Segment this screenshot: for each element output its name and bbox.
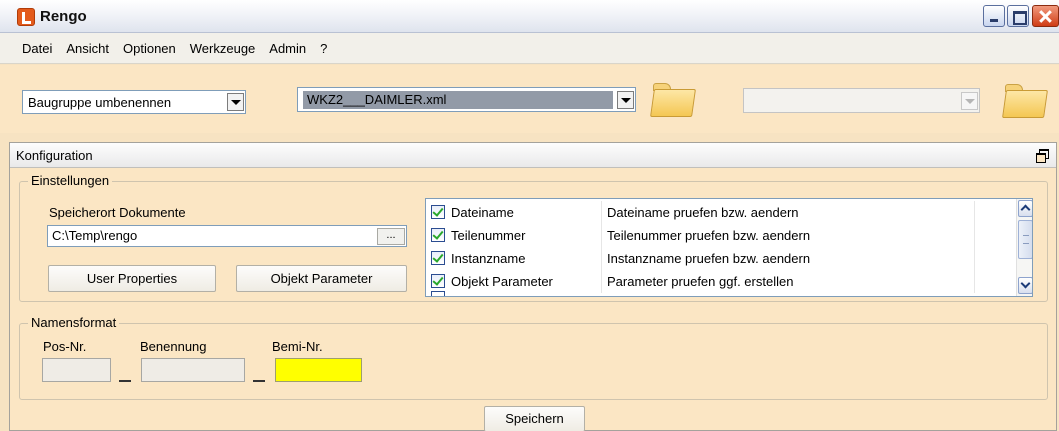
minimize-button[interactable] xyxy=(983,5,1005,27)
bemi-nr-input[interactable] xyxy=(275,358,362,382)
save-button[interactable]: Speichern xyxy=(484,406,585,431)
benennung-label: Benennung xyxy=(140,339,207,354)
separator-underscore xyxy=(119,380,131,382)
file-select[interactable]: WKZ2___DAIMLER.xml xyxy=(297,87,636,112)
objekt-parameter-button[interactable]: Objekt Parameter xyxy=(236,265,407,292)
settings-group-label: Einstellungen xyxy=(28,173,113,188)
restore-icon[interactable] xyxy=(1036,149,1049,163)
checkbox-icon[interactable] xyxy=(431,291,445,296)
list-item[interactable]: Dateiname Dateiname pruefen bzw. aendern xyxy=(426,201,1016,224)
list-item-description: Dateiname pruefen bzw. aendern xyxy=(607,205,799,220)
list-item-name: Teilenummer xyxy=(451,228,526,243)
checkbox-checked-icon[interactable] xyxy=(431,274,445,288)
chevron-down-icon[interactable] xyxy=(617,90,634,109)
list-item-name: Dateiname xyxy=(451,205,514,220)
list-scrollbar[interactable] xyxy=(1016,199,1032,296)
title-bar[interactable]: Rengo xyxy=(0,0,1059,33)
name-format-group-label: Namensformat xyxy=(28,315,120,330)
checkbox-checked-icon[interactable] xyxy=(431,205,445,219)
list-item[interactable]: Objekt Parameter Parameter pruefen ggf. … xyxy=(426,270,1016,293)
list-item[interactable]: Teilenummer Teilenummer pruefen bzw. aen… xyxy=(426,224,1016,247)
menu-bar: Datei Ansicht Optionen Werkzeuge Admin ? xyxy=(0,33,1059,64)
file-select-value: WKZ2___DAIMLER.xml xyxy=(303,90,613,109)
list-item-description: Instanzname pruefen bzw. aendern xyxy=(607,251,811,266)
menu-admin[interactable]: Admin xyxy=(269,41,306,56)
browse-button[interactable]: ... xyxy=(377,228,405,245)
task-select-value: Baugruppe umbenennen xyxy=(28,94,172,110)
list-item-name: Objekt Parameter xyxy=(451,274,553,289)
separator-underscore xyxy=(253,380,265,382)
storage-path-input[interactable]: C:\Temp\rengo xyxy=(47,225,407,247)
configuration-header: Konfiguration xyxy=(10,143,1056,168)
chevron-down-icon[interactable] xyxy=(961,91,978,110)
benennung-input[interactable] xyxy=(141,358,245,382)
app-logo-icon xyxy=(17,8,35,26)
scroll-down-icon[interactable] xyxy=(1018,277,1032,294)
close-button[interactable] xyxy=(1032,5,1059,27)
storage-label: Speicherort Dokumente xyxy=(49,205,186,220)
list-item-description: Teilenummer pruefen bzw. aendern xyxy=(607,228,811,243)
list-item-description: Parameter pruefen ggf. erstellen xyxy=(607,274,794,289)
task-select[interactable]: Baugruppe umbenennen xyxy=(22,90,246,114)
checkbox-checked-icon[interactable] xyxy=(431,251,445,265)
scroll-thumb[interactable] xyxy=(1018,220,1032,259)
menu-ansicht[interactable]: Ansicht xyxy=(66,41,109,56)
folder-open-icon[interactable] xyxy=(650,80,696,118)
list-item[interactable]: Instanzname Instanzname pruefen bzw. aen… xyxy=(426,247,1016,270)
bemi-nr-label: Bemi-Nr. xyxy=(272,339,323,354)
menu-help[interactable]: ? xyxy=(320,41,327,56)
menu-werkzeuge[interactable]: Werkzeuge xyxy=(190,41,256,56)
maximize-button[interactable] xyxy=(1007,5,1029,27)
check-list: Dateiname Dateiname pruefen bzw. aendern… xyxy=(425,198,1033,297)
menu-optionen[interactable]: Optionen xyxy=(123,41,176,56)
folder-open-icon[interactable] xyxy=(1002,81,1048,119)
window-title: Rengo xyxy=(40,8,87,25)
toolbar: Baugruppe umbenennen WKZ2___DAIMLER.xml xyxy=(0,65,1059,133)
pos-nr-input[interactable] xyxy=(42,358,111,382)
chevron-down-icon[interactable] xyxy=(227,93,244,111)
checkbox-checked-icon[interactable] xyxy=(431,228,445,242)
user-properties-button[interactable]: User Properties xyxy=(48,265,216,292)
scroll-up-icon[interactable] xyxy=(1018,200,1032,217)
app-window: Rengo Datei Ansicht Optionen Werkzeuge A… xyxy=(0,0,1059,431)
configuration-title: Konfiguration xyxy=(16,148,93,163)
second-select[interactable] xyxy=(743,88,980,113)
pos-nr-label: Pos-Nr. xyxy=(43,339,87,354)
list-item-name: Instanzname xyxy=(451,251,526,266)
menu-datei[interactable]: Datei xyxy=(22,41,52,56)
